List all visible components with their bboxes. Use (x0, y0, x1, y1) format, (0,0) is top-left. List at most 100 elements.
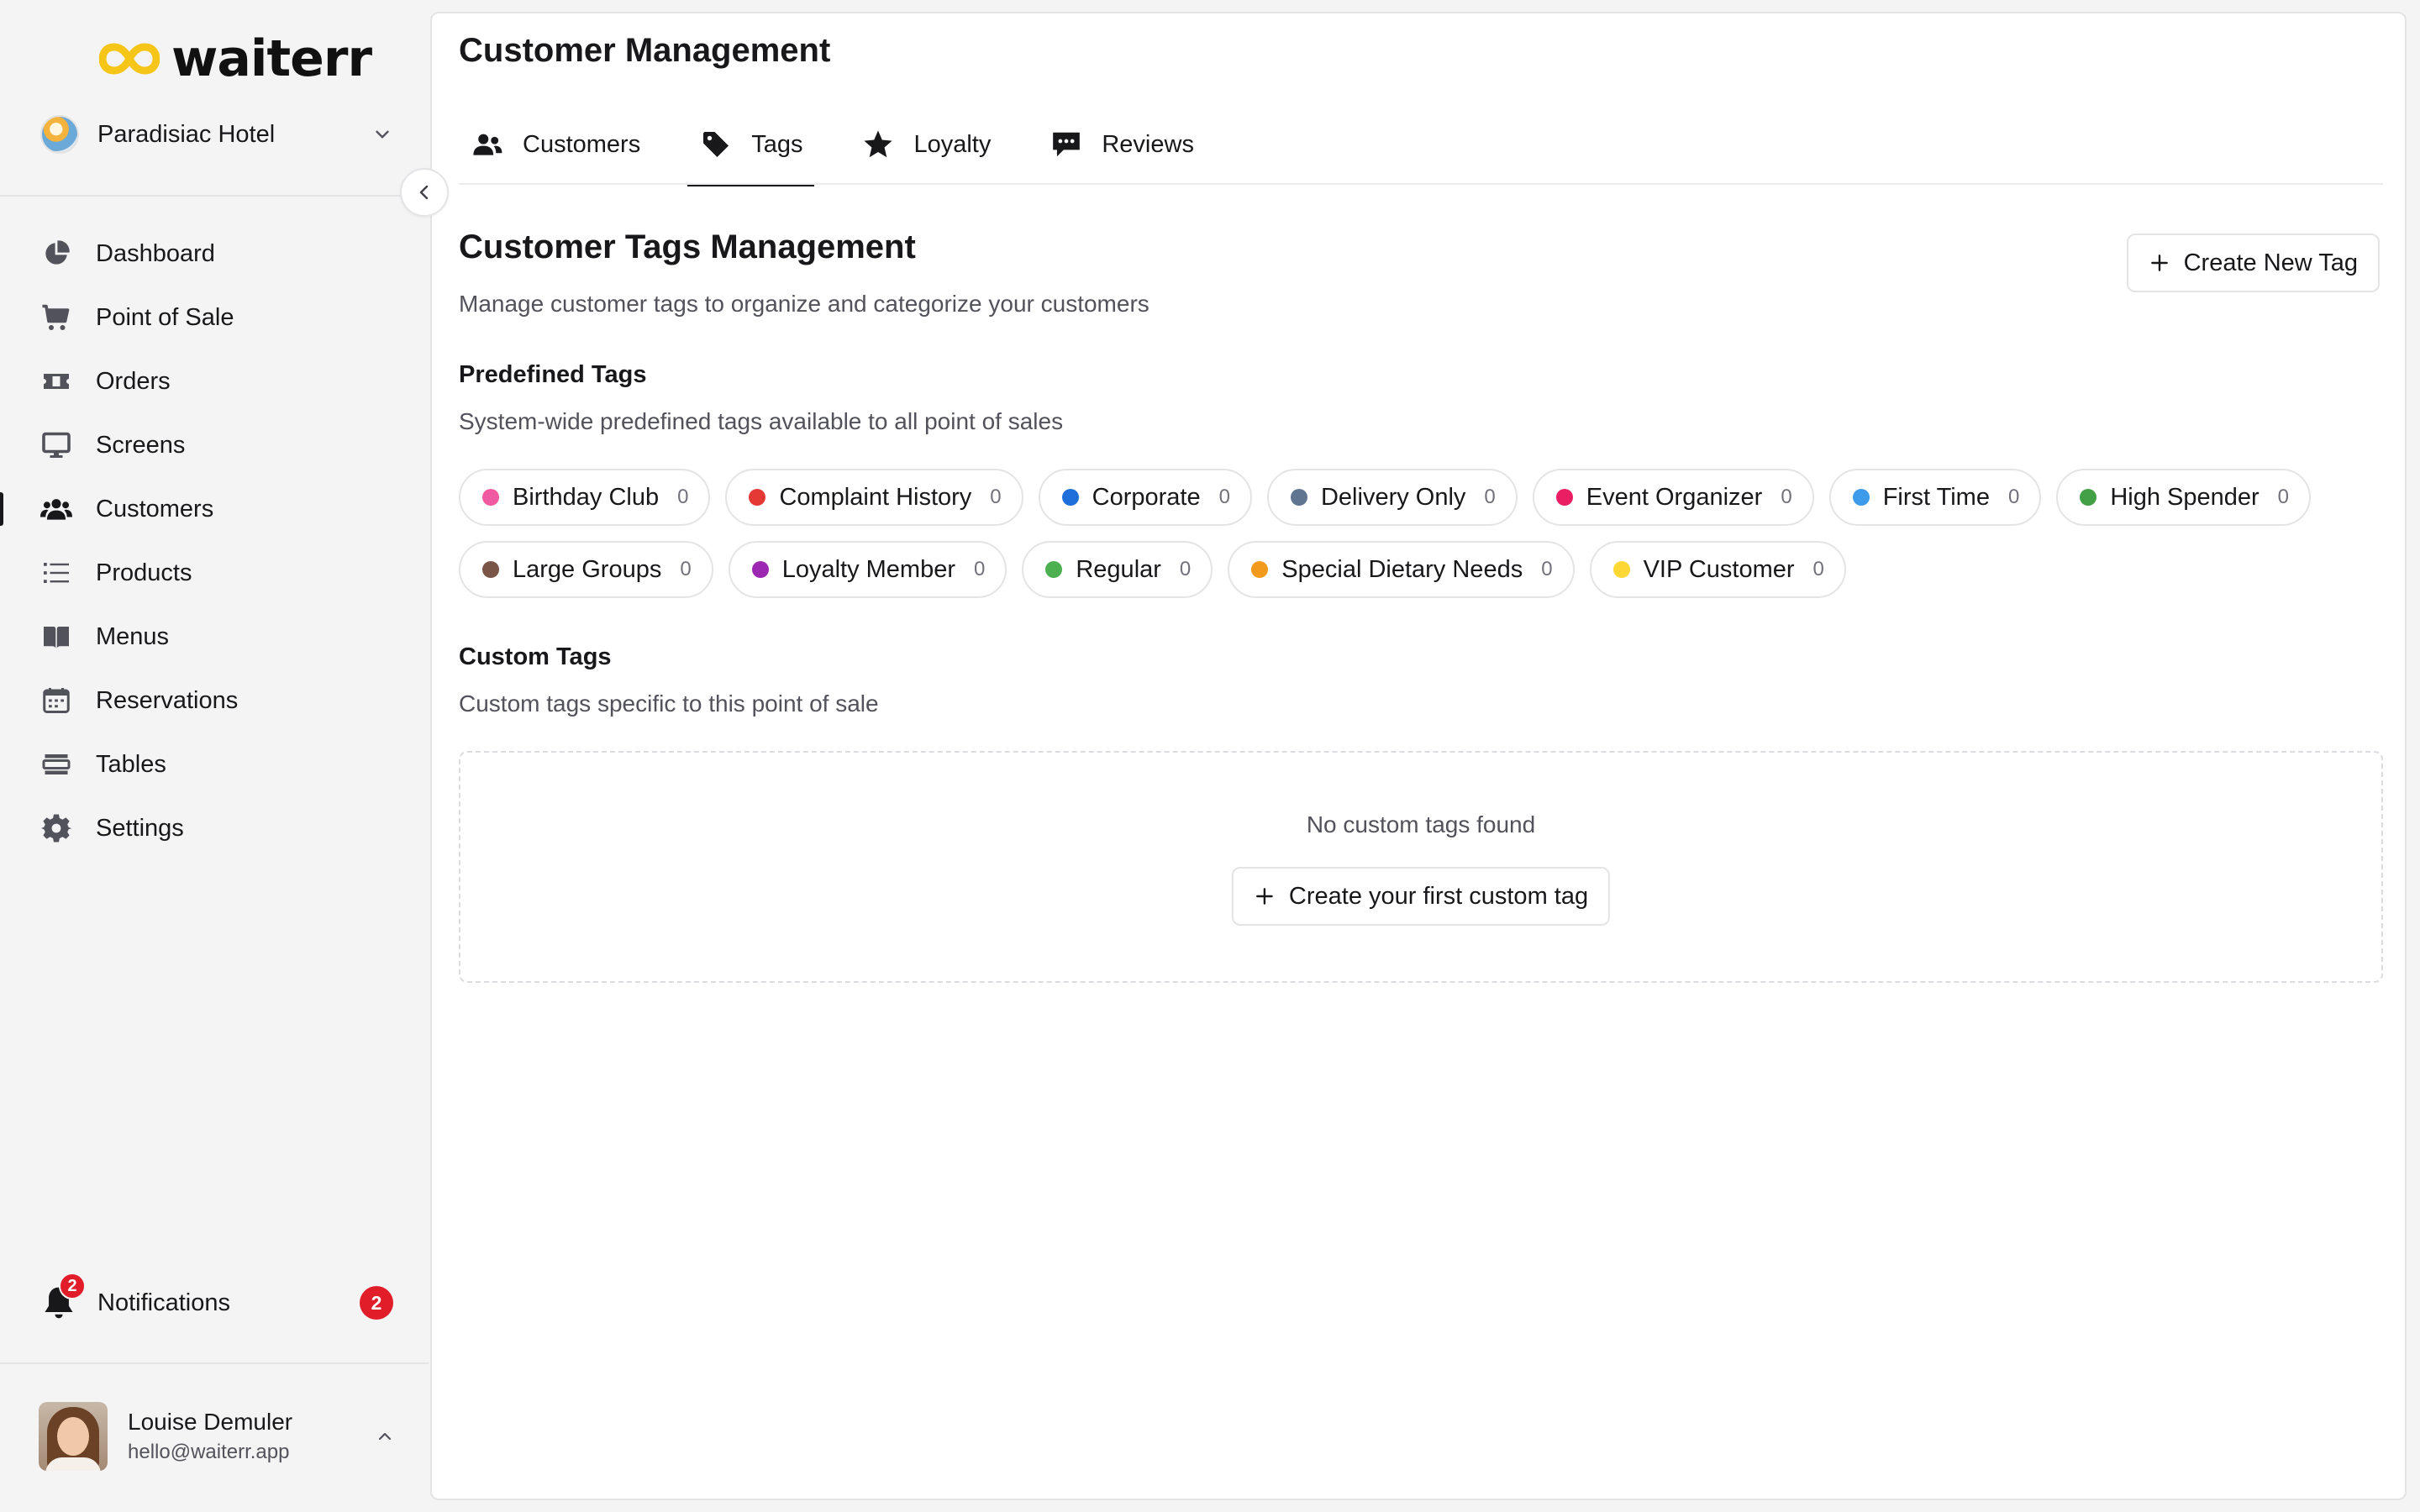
sidebar-item-reservations[interactable]: Reservations (0, 669, 429, 732)
custom-tags-title: Custom Tags (459, 643, 612, 670)
tab-reviews[interactable]: Reviews (1038, 104, 1206, 185)
tag-count: 0 (1812, 558, 1824, 580)
notification-badge: 2 (59, 1273, 86, 1299)
tag-chip[interactable]: Delivery Only 0 (1266, 469, 1518, 526)
users-icon (471, 128, 504, 161)
tag-chip[interactable]: High Spender 0 (2056, 469, 2312, 526)
chat-icon (1050, 128, 1083, 161)
create-new-tag-label: Create New Tag (2183, 249, 2358, 276)
page-title: Customer Management (459, 32, 831, 69)
tag-chip[interactable]: VIP Customer 0 (1589, 541, 1846, 598)
book-icon (40, 621, 72, 653)
tag-count: 0 (680, 558, 692, 580)
tag-chip[interactable]: Special Dietary Needs 0 (1228, 541, 1575, 598)
tag-count: 0 (2007, 486, 2020, 508)
chevron-up-icon (378, 1432, 392, 1441)
tag-color-dot (482, 489, 499, 506)
sidebar-item-tables[interactable]: Tables (0, 732, 429, 796)
sidebar-item-orders[interactable]: Orders (0, 349, 429, 413)
pie-chart-icon (40, 238, 72, 270)
tab-loyalty[interactable]: Loyalty (850, 104, 1002, 185)
brand-logo[interactable]: waiterr (99, 25, 372, 92)
tag-color-dot (482, 561, 499, 578)
notifications-item[interactable]: 2 Notifications 2 (40, 1273, 393, 1332)
sidebar-item-label: Reservations (96, 686, 239, 714)
tag-name: Large Groups (513, 555, 662, 583)
sidebar-item-label: Orders (96, 367, 171, 395)
sidebar-item-label: Tables (96, 750, 166, 778)
sidebar-item-label: Settings (96, 814, 184, 842)
create-new-tag-button[interactable]: Create New Tag (2126, 234, 2380, 292)
tab-tags[interactable]: Tags (687, 104, 815, 186)
tag-color-dot (1852, 489, 1870, 506)
sidebar-item-label: Products (96, 559, 192, 586)
tag-name: Corporate (1092, 483, 1201, 511)
tag-chip[interactable]: First Time 0 (1828, 469, 2042, 526)
tag-color-dot (2080, 489, 2097, 506)
tag-chip[interactable]: Regular 0 (1022, 541, 1213, 598)
venue-logo (40, 115, 79, 154)
tab-label: Loyalty (913, 130, 992, 158)
tag-chip[interactable]: Large Groups 0 (459, 541, 713, 598)
chevron-down-icon (376, 130, 389, 139)
sidebar-item-dashboard[interactable]: Dashboard (0, 222, 429, 286)
users-icon (40, 493, 72, 525)
sidebar-item-products[interactable]: Products (0, 541, 429, 605)
venue-selector[interactable]: Paradisiac Hotel (40, 109, 393, 160)
sidebar-item-screens[interactable]: Screens (0, 413, 429, 477)
bell-icon: 2 (40, 1273, 86, 1321)
tag-name: Complaint History (779, 483, 972, 511)
collapse-sidebar-button[interactable] (400, 168, 449, 217)
tag-name: Birthday Club (513, 483, 660, 511)
plus-icon (1256, 888, 1273, 905)
tag-chip[interactable]: Birthday Club 0 (459, 469, 711, 526)
tab-bar: Customers Tags Loyalty Reviews (459, 104, 1241, 186)
sidebar-item-menus[interactable]: Menus (0, 605, 429, 669)
sidebar: waiterr Paradisiac Hotel Dashboard Point (0, 0, 429, 1512)
tab-customers[interactable]: Customers (459, 104, 652, 185)
section-description: Manage customer tags to organize and cat… (459, 291, 1150, 317)
empty-state-text: No custom tags found (1306, 811, 1536, 837)
section-title: Customer Tags Management (459, 228, 916, 265)
tag-count: 0 (2277, 486, 2290, 508)
tag-chip[interactable]: Event Organizer 0 (1532, 469, 1814, 526)
notifications-count: 2 (360, 1286, 393, 1320)
tag-name: Delivery Only (1320, 483, 1466, 511)
tag-count: 0 (1179, 558, 1192, 580)
chevron-left-icon (419, 185, 429, 200)
tag-count: 0 (1781, 486, 1792, 508)
tag-count: 0 (677, 486, 689, 508)
venue-name: Paradisiac Hotel (97, 120, 276, 148)
predefined-tags-list: Birthday Club 0 Complaint History 0 Corporat… (459, 469, 2391, 598)
create-first-custom-tag-button[interactable]: Create your first custom tag (1231, 867, 1611, 926)
avatar (39, 1402, 108, 1471)
predefined-tags-title: Predefined Tags (459, 361, 647, 388)
custom-tags-empty-state: No custom tags found Create your first c… (459, 751, 2383, 983)
tag-chip[interactable]: Corporate 0 (1038, 469, 1252, 526)
table-icon (40, 748, 72, 780)
sidebar-item-point-of-sale[interactable]: Point of Sale (0, 286, 429, 349)
sidebar-item-label: Dashboard (96, 239, 215, 267)
notifications-label: Notifications (97, 1289, 230, 1316)
tab-label: Customers (523, 130, 641, 158)
ticket-icon (40, 365, 72, 397)
tag-color-dot (1061, 489, 1079, 506)
user-email: hello@waiterr.app (128, 1441, 290, 1463)
tag-chip[interactable]: Loyalty Member 0 (728, 541, 1007, 598)
tab-divider (459, 183, 2383, 185)
sidebar-item-customers[interactable]: Customers (0, 477, 429, 541)
user-info: Louise Demuler hello@waiterr.app (128, 1409, 355, 1464)
tag-color-dot (1251, 561, 1269, 578)
custom-tags-description: Custom tags specific to this point of sa… (459, 690, 879, 717)
sidebar-nav: Dashboard Point of Sale Orders Screens C… (0, 222, 429, 860)
tag-chip[interactable]: Complaint History 0 (725, 469, 1023, 526)
tag-color-dot (1612, 561, 1630, 578)
star-icon (861, 128, 895, 161)
gear-icon (40, 812, 72, 844)
sidebar-item-label: Screens (96, 431, 186, 459)
tag-name: First Time (1882, 483, 1990, 511)
list-icon (40, 557, 72, 589)
predefined-tags-description: System-wide predefined tags available to… (459, 408, 1064, 434)
user-menu[interactable]: Louise Demuler hello@waiterr.app (39, 1401, 395, 1472)
sidebar-item-settings[interactable]: Settings (0, 796, 429, 860)
